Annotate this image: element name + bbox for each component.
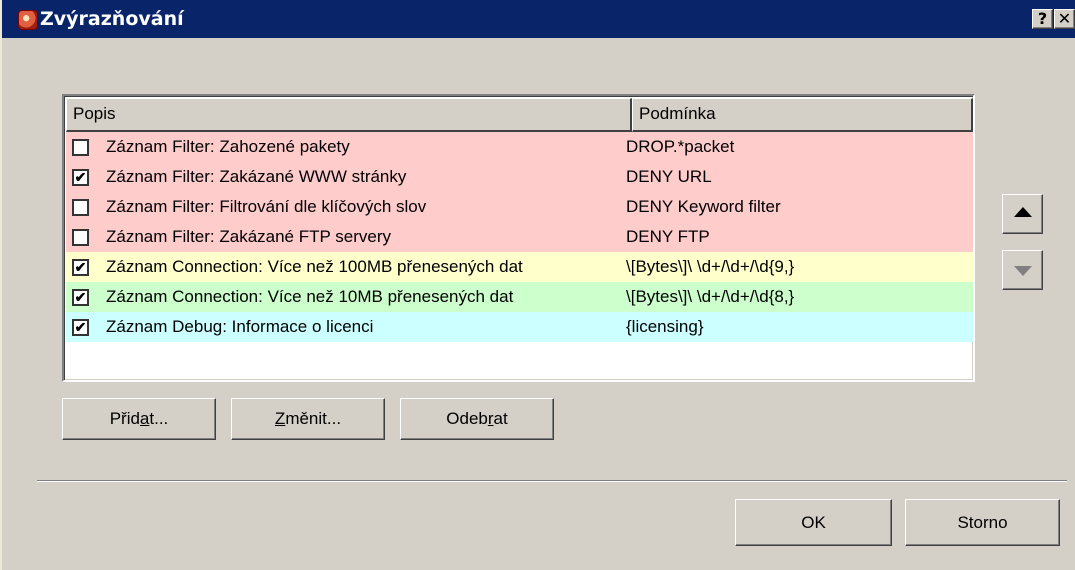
- window-title: Zvýrazňování: [40, 8, 184, 30]
- column-header-podminka[interactable]: Podmínka: [632, 98, 973, 132]
- list-row[interactable]: Záznam Filter: Filtrování dle klíčových …: [66, 192, 973, 222]
- row-checkbox[interactable]: [72, 199, 89, 216]
- title-bar: Zvýrazňování ? ✕: [2, 0, 1075, 38]
- add-label-post: t...: [149, 409, 169, 428]
- remove-button[interactable]: Odebrat: [400, 398, 554, 440]
- row-checkbox[interactable]: ✔: [72, 259, 89, 276]
- remove-label-post: at: [493, 409, 508, 428]
- row-checkbox[interactable]: ✔: [72, 169, 89, 186]
- dialog-window: Zvýrazňování ? ✕ Popis Podmínka Záznam F…: [0, 0, 1075, 570]
- list-rows: Záznam Filter: Zahozené pakety DROP.*pack…: [66, 132, 973, 342]
- move-down-button[interactable]: [1002, 250, 1043, 290]
- row-popis: Záznam Filter: Zakázané FTP servery: [106, 227, 391, 246]
- row-checkbox[interactable]: ✔: [72, 289, 89, 306]
- row-popis: Záznam Filter: Zahozené pakety: [106, 137, 350, 156]
- edit-label-post: měnit...: [285, 409, 342, 428]
- list-row[interactable]: ✔ Záznam Connection: Více než 10MB přenes…: [66, 282, 973, 312]
- row-podminka: DENY URL: [626, 167, 712, 186]
- ok-button[interactable]: OK: [735, 499, 892, 546]
- row-podminka: DENY FTP: [626, 227, 710, 246]
- row-podminka: DROP.*packet: [626, 137, 735, 156]
- close-button[interactable]: ✕: [1054, 9, 1075, 29]
- row-podminka: \[Bytes\]\ \d+/\d+/\d{9,}: [626, 257, 795, 276]
- separator: [37, 480, 1067, 482]
- list-row[interactable]: ✔ Záznam Connection: Více než 100MB přene…: [66, 252, 973, 282]
- add-button[interactable]: Přidat...: [62, 398, 216, 440]
- column-header-popis[interactable]: Popis: [66, 98, 632, 132]
- app-icon: [18, 10, 38, 30]
- row-popis: Záznam Filter: Filtrování dle klíčových …: [106, 197, 427, 216]
- row-popis: Záznam Debug: Informace o licenci: [106, 317, 374, 336]
- row-checkbox[interactable]: [72, 229, 89, 246]
- add-label-accel: a: [139, 409, 150, 428]
- remove-label-pre: Odeb: [446, 409, 488, 428]
- cancel-button[interactable]: Storno: [905, 499, 1060, 546]
- row-popis: Záznam Connection: Více než 100MB přenes…: [106, 257, 523, 276]
- edit-button[interactable]: Změnit...: [231, 398, 385, 440]
- move-up-button[interactable]: [1002, 194, 1043, 234]
- list-row[interactable]: Záznam Filter: Zakázané FTP servery DENY …: [66, 222, 973, 252]
- list-row[interactable]: ✔ Záznam Filter: Zakázané WWW stránky DENY…: [66, 162, 973, 192]
- row-popis: Záznam Connection: Více než 10MB přenese…: [106, 287, 514, 306]
- highlight-list[interactable]: Popis Podmínka Záznam Filter: Zahozené p…: [62, 94, 975, 382]
- list-row[interactable]: ✔ Záznam Debug: Informace o licenci {licen…: [66, 312, 973, 342]
- row-podminka: DENY Keyword filter: [626, 197, 781, 216]
- row-popis: Záznam Filter: Zakázané WWW stránky: [106, 167, 407, 186]
- row-checkbox[interactable]: [72, 139, 89, 156]
- row-podminka: {licensing}: [626, 317, 704, 336]
- row-checkbox[interactable]: ✔: [72, 319, 89, 336]
- help-button[interactable]: ?: [1032, 9, 1053, 29]
- list-header: Popis Podmínka: [66, 98, 973, 132]
- triangle-up-icon: [1014, 207, 1032, 217]
- triangle-down-icon: [1014, 266, 1032, 276]
- add-label-pre: Přid: [109, 409, 140, 428]
- edit-label-accel: Z: [274, 409, 286, 428]
- row-podminka: \[Bytes\]\ \d+/\d+/\d{8,}: [626, 287, 795, 306]
- list-row[interactable]: Záznam Filter: Zahozené pakety DROP.*pack…: [66, 132, 973, 162]
